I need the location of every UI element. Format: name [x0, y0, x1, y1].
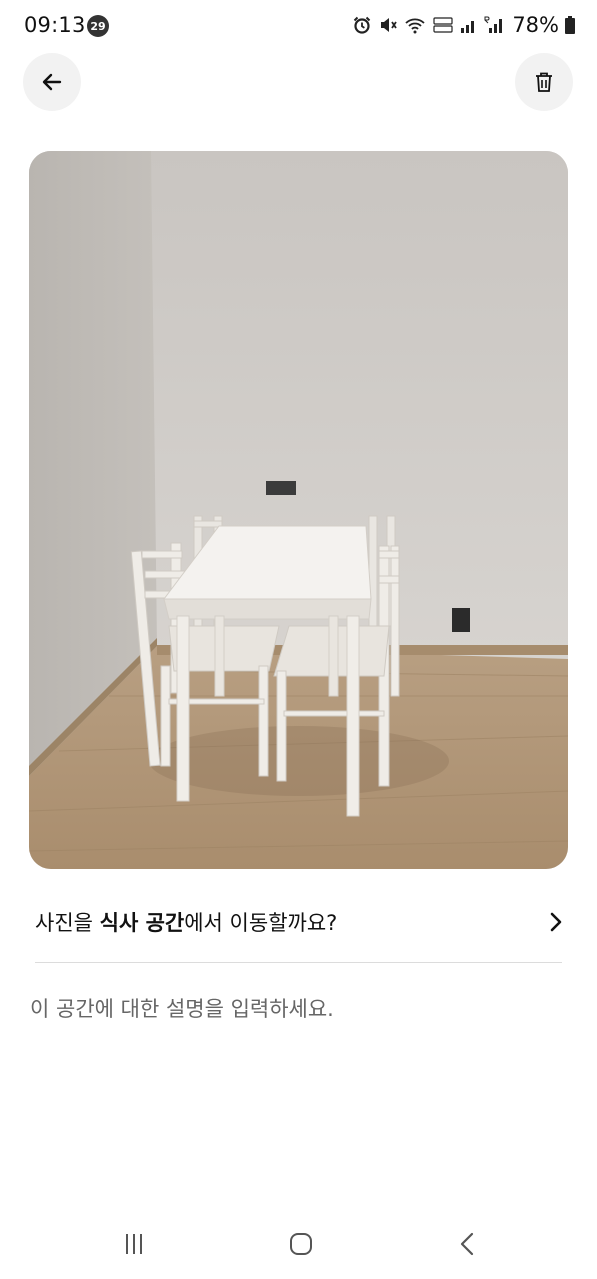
nav-back-button[interactable]	[438, 1222, 498, 1266]
recents-button[interactable]	[104, 1222, 164, 1266]
arrow-left-icon	[42, 73, 62, 91]
signal-roaming-icon	[484, 15, 506, 35]
divider	[35, 962, 562, 963]
move-space-row[interactable]: 사진을 식사 공간에서 이동할까요?	[35, 890, 565, 954]
home-icon	[290, 1233, 312, 1255]
signal-icon	[460, 15, 478, 35]
screen: 09:13 29 78% 사진을 식사 공간에서 이동할까요? 이 공간에 대한…	[0, 0, 597, 1279]
mute-icon	[378, 15, 398, 35]
notification-count-badge: 29	[87, 15, 109, 37]
move-prompt-prefix: 사진을	[35, 911, 100, 935]
status-bar: 09:13 29 78%	[0, 0, 597, 52]
battery-icon	[565, 16, 575, 34]
volte-icon	[432, 15, 454, 35]
trash-icon	[536, 72, 552, 92]
status-time: 09:13	[24, 13, 86, 37]
wifi-icon	[404, 15, 426, 35]
recents-icon	[126, 1234, 142, 1254]
back-chevron-icon	[460, 1232, 474, 1256]
battery-percent: 78%	[512, 13, 559, 37]
status-icons: 78%	[352, 12, 575, 38]
back-button[interactable]	[23, 53, 81, 111]
description-input[interactable]	[30, 985, 565, 1033]
space-photo	[29, 151, 568, 869]
space-name: 식사 공간	[99, 911, 185, 935]
home-button[interactable]	[271, 1222, 331, 1266]
move-prompt-suffix: 에서 이동할까요?	[184, 911, 338, 935]
alarm-icon	[352, 15, 372, 35]
delete-button[interactable]	[515, 53, 573, 111]
chevron-right-icon	[550, 912, 562, 932]
move-prompt-text: 사진을 식사 공간에서 이동할까요?	[35, 907, 337, 937]
navigation-bar	[0, 1210, 597, 1279]
